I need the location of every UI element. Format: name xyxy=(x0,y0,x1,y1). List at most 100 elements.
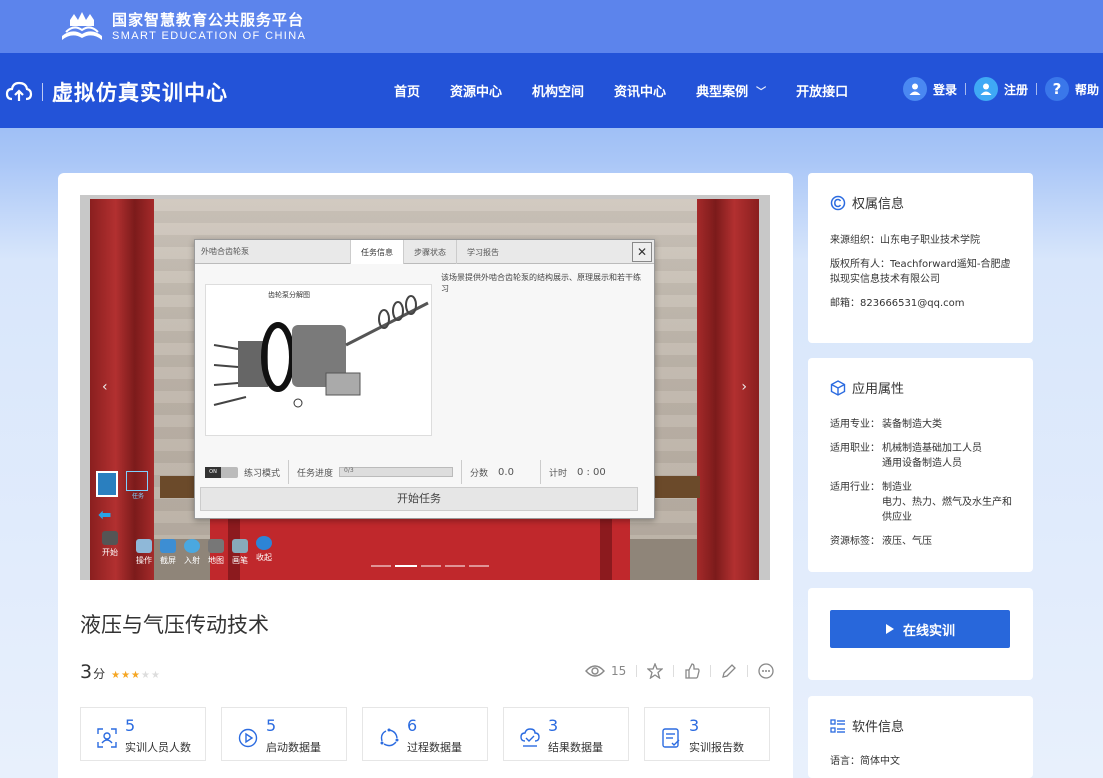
star-filled-icon: ★ xyxy=(111,670,122,681)
tab-task-info[interactable]: 任务信息 xyxy=(350,240,403,264)
stat-result: 3 结果数据量 xyxy=(503,707,629,761)
source-org: 来源组织：山东电子职业技术学院 xyxy=(830,235,980,246)
play-icon xyxy=(885,624,894,634)
chevron-down-icon: ﹀ xyxy=(756,87,767,98)
attr-industry-2-value: 电力、热力、燃气及水生产和供应业 xyxy=(882,497,1012,523)
login-link[interactable]: 登录 xyxy=(903,77,957,101)
platform-brand[interactable]: 国家智慧教育公共服务平台 SMART EDUCATION OF CHINA xyxy=(58,10,306,44)
progress-value: 0/3 xyxy=(344,467,354,474)
site-divider xyxy=(42,83,43,101)
stat-process: 6 过程数据量 xyxy=(362,707,488,761)
course-rating: 3 分 ★★★★★ xyxy=(80,661,161,683)
brand-name-en: SMART EDUCATION OF CHINA xyxy=(112,30,307,42)
brush-icon xyxy=(232,539,248,553)
dialog-header: 外啮合齿轮泵 任务信息 步骤状态 学习报告 ✕ xyxy=(195,240,654,264)
attr-occupation: 适用职业： 机械制造基础加工人员 xyxy=(830,441,1022,456)
tab-study-report[interactable]: 学习报告 xyxy=(456,240,509,264)
divider xyxy=(461,460,463,484)
stat-trainees-value: 5 xyxy=(125,716,136,735)
toolbar-collapse-label: 收起 xyxy=(256,553,272,562)
gear-pump-exploded-diagram: 齿轮泵分解图 xyxy=(205,284,432,436)
check-cloud-icon xyxy=(520,728,540,747)
dialog-tabs: 任务信息 步骤状态 学习报告 xyxy=(350,240,509,264)
divider xyxy=(673,665,675,677)
dialog-title: 外啮合齿轮泵 xyxy=(201,247,249,256)
stat-launch: 5 启动数据量 xyxy=(221,707,347,761)
star-empty-icon: ★ xyxy=(150,670,161,681)
stat-trainees-label: 实训人员人数 xyxy=(125,741,191,754)
nav-institutions-label: 机构空间 xyxy=(532,85,585,100)
toolbar-start[interactable]: 开始 xyxy=(102,531,118,558)
nav-news[interactable]: 资讯中心 xyxy=(614,81,666,100)
toolbar-map[interactable]: 地图 xyxy=(208,539,224,566)
attr-occupation-2-key xyxy=(830,456,882,471)
online-training-card: 在线实训 xyxy=(808,588,1033,680)
task-tool-icon[interactable] xyxy=(96,471,118,497)
carousel-dot[interactable] xyxy=(469,565,489,567)
prev-slide-arrow[interactable]: ‹ xyxy=(102,379,108,395)
toolbar-collapse[interactable]: 收起 xyxy=(256,536,272,563)
toggle-on-label: ON xyxy=(205,466,221,478)
cloud-upload-icon xyxy=(5,81,33,101)
toolbar-incident-label: 入射 xyxy=(184,556,200,565)
attr-occupation-2-value: 通用设备制造人员 xyxy=(882,458,962,469)
nav-cases[interactable]: 典型案例 ﹀ xyxy=(696,81,766,100)
register-link[interactable]: 注册 xyxy=(974,77,1028,101)
task-panel-icon[interactable] xyxy=(126,471,148,491)
contact-email: 邮箱：823666531@qq.com xyxy=(830,298,965,309)
help-link[interactable]: ? 帮助 xyxy=(1045,77,1099,101)
course-actions: 15 xyxy=(585,663,774,679)
like-button[interactable] xyxy=(684,663,700,679)
collapse-icon xyxy=(256,536,272,550)
stat-result-value: 3 xyxy=(548,716,559,735)
attr-tags-key: 资源标签： xyxy=(830,536,880,547)
toolbar-screenshot[interactable]: 截屏 xyxy=(160,539,176,566)
carousel-dot-active[interactable] xyxy=(395,565,417,567)
toolbar-brush[interactable]: 画笔 xyxy=(232,539,248,566)
toolbar-operate-label: 操作 xyxy=(136,556,152,565)
attr-occupation-2: 通用设备制造人员 xyxy=(830,456,1022,471)
book-logo-icon xyxy=(62,12,102,40)
toolbar-incident[interactable]: 入射 xyxy=(184,539,200,566)
copyright-icon xyxy=(830,195,846,210)
start-task-button[interactable]: 开始任务 xyxy=(200,487,638,511)
user-divider-2 xyxy=(1036,83,1038,95)
attr-tags-value: 液压、气压 xyxy=(882,536,932,547)
toolbar-operate[interactable]: 操作 xyxy=(136,539,152,566)
task-dialog: 外啮合齿轮泵 任务信息 步骤状态 学习报告 ✕ 齿轮泵分解图 该场景提供外啮合齿… xyxy=(194,239,655,519)
next-slide-arrow[interactable]: › xyxy=(741,379,747,395)
course-title: 液压与气压传动技术 xyxy=(80,613,269,637)
carousel-dot[interactable] xyxy=(445,565,465,567)
nav-open-api[interactable]: 开放接口 xyxy=(796,81,848,100)
simulation-viewer[interactable]: ‹ › 外啮合齿轮泵 任务信息 步骤状态 学习报告 ✕ 齿轮泵分解图 该场景提供… xyxy=(80,195,770,580)
nav-institutions[interactable]: 机构空间 xyxy=(532,81,584,100)
score-value: 0.0 xyxy=(498,466,514,478)
nav-news-label: 资讯中心 xyxy=(614,85,667,100)
user-divider xyxy=(965,83,967,95)
more-button[interactable] xyxy=(758,663,774,679)
timer-value: 0 : 00 xyxy=(576,466,606,478)
attr-major-value: 装备制造大类 xyxy=(882,419,942,430)
carousel-dot[interactable] xyxy=(371,565,391,567)
carousel-dot[interactable] xyxy=(421,565,441,567)
practice-mode-label: 练习模式 xyxy=(244,468,281,479)
close-icon[interactable]: ✕ xyxy=(632,242,652,262)
stat-trainees: 5 实训人员人数 xyxy=(80,707,206,761)
online-training-button[interactable]: 在线实训 xyxy=(830,610,1010,648)
back-arrow-icon[interactable]: ⬅ xyxy=(98,505,111,524)
carousel-dots xyxy=(371,565,493,567)
nav-resources[interactable]: 资源中心 xyxy=(450,81,502,100)
nav-home[interactable]: 首页 xyxy=(394,81,420,100)
operate-icon xyxy=(136,539,152,553)
exploded-view-figure: 齿轮泵分解图 xyxy=(213,290,429,408)
software-title: 软件信息 xyxy=(830,716,904,735)
practice-mode-toggle[interactable]: ON xyxy=(205,466,238,478)
main-navbar: 虚拟仿真实训中心 首页 资源中心 机构空间 资讯中心 典型案例 ﹀ 开放接口 登录… xyxy=(0,53,1103,128)
edit-button[interactable] xyxy=(721,663,737,679)
site-logo[interactable]: 虚拟仿真实训中心 xyxy=(5,77,228,107)
favorite-button[interactable] xyxy=(647,663,664,679)
nav-home-label: 首页 xyxy=(394,85,421,100)
simulation-scene: ‹ › 外啮合齿轮泵 任务信息 步骤状态 学习报告 ✕ 齿轮泵分解图 该场景提供… xyxy=(90,199,759,580)
tab-step-status[interactable]: 步骤状态 xyxy=(403,240,456,264)
report-icon xyxy=(662,728,680,748)
